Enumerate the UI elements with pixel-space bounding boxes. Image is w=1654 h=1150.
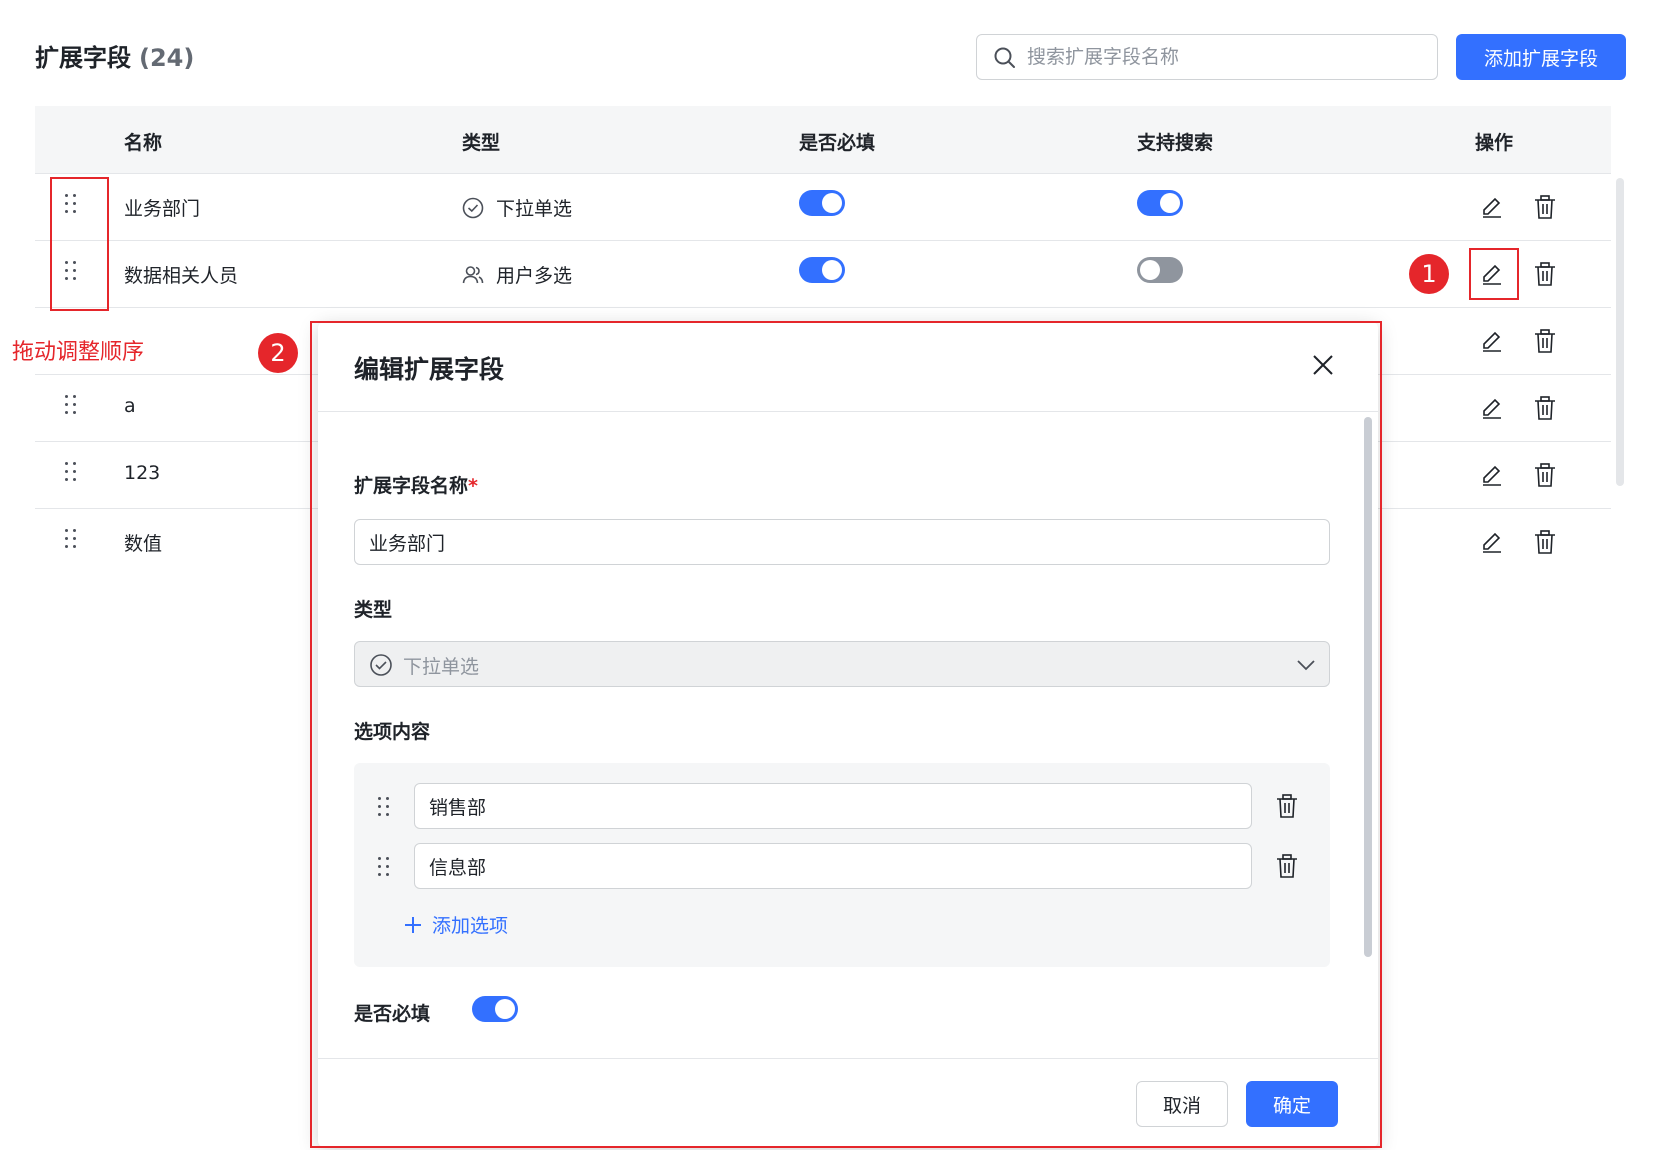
users-icon	[462, 265, 484, 283]
delete-icon[interactable]	[1530, 527, 1560, 557]
row-type-label: 用户多选	[496, 265, 573, 287]
table-row: 数据相关人员 用户多选	[35, 241, 1611, 308]
drag-handle-icon[interactable]	[65, 527, 79, 549]
modal-highlight-box	[310, 321, 1382, 1148]
search-icon	[994, 47, 1015, 68]
drag-handle-icon[interactable]	[65, 460, 79, 482]
table-header: 名称 类型 是否必填 支持搜索 操作	[35, 106, 1611, 174]
edit-icon[interactable]	[1477, 527, 1507, 557]
drag-handle-icon[interactable]	[65, 393, 79, 415]
edit-highlight-box	[1469, 248, 1519, 300]
row-type: 下拉单选	[462, 194, 572, 221]
drag-highlight-box	[50, 177, 109, 311]
search-input[interactable]	[1027, 43, 1427, 71]
toggle-knob	[822, 260, 842, 280]
delete-icon[interactable]	[1530, 460, 1560, 490]
delete-icon[interactable]	[1530, 259, 1560, 289]
row-name: 数据相关人员	[124, 265, 239, 287]
page-title: 扩展字段 (24)	[35, 38, 194, 73]
add-field-button[interactable]: 添加扩展字段	[1456, 34, 1626, 80]
marker-1-badge: 1	[1409, 254, 1449, 294]
col-actions-header: 操作	[1475, 132, 1514, 154]
edit-icon[interactable]	[1477, 192, 1507, 222]
table-row: 业务部门 下拉单选	[35, 174, 1611, 241]
row-type: 用户多选	[462, 261, 572, 288]
row-name: 业务部门	[124, 198, 201, 220]
required-toggle[interactable]	[799, 190, 845, 216]
toggle-knob	[1140, 260, 1160, 280]
col-type-header: 类型	[462, 132, 501, 154]
table-scrollbar[interactable]	[1616, 178, 1624, 486]
page-title-text: 扩展字段	[35, 44, 131, 72]
delete-icon[interactable]	[1530, 326, 1560, 356]
toggle-knob	[1160, 193, 1180, 213]
check-circle-icon	[462, 197, 484, 218]
drag-annotation-label: 拖动调整顺序	[12, 340, 145, 365]
col-required-header: 是否必填	[799, 132, 876, 154]
row-name: 数值	[124, 533, 163, 555]
search-box[interactable]	[976, 34, 1438, 80]
searchable-toggle[interactable]	[1137, 190, 1183, 216]
row-name: 123	[124, 462, 161, 484]
edit-icon[interactable]	[1477, 393, 1507, 423]
required-toggle[interactable]	[799, 257, 845, 283]
col-name-header: 名称	[124, 132, 163, 154]
row-type-label: 下拉单选	[496, 198, 573, 220]
searchable-toggle[interactable]	[1137, 257, 1183, 283]
field-count: (24)	[139, 44, 195, 72]
row-name: a	[124, 395, 136, 417]
delete-icon[interactable]	[1530, 393, 1560, 423]
marker-2-badge: 2	[258, 333, 298, 373]
toggle-knob	[822, 193, 842, 213]
delete-icon[interactable]	[1530, 192, 1560, 222]
edit-icon[interactable]	[1477, 460, 1507, 490]
edit-icon[interactable]	[1477, 326, 1507, 356]
col-search-header: 支持搜索	[1137, 132, 1214, 154]
